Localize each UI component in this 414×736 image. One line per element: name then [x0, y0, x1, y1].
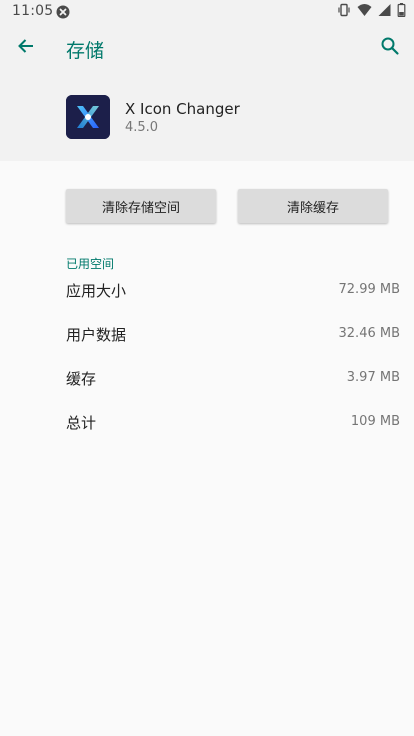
battery-icon: [397, 2, 406, 21]
usage-value: 109 MB: [350, 414, 400, 429]
usage-value: 3.97 MB: [346, 370, 400, 385]
search-button[interactable]: [376, 34, 404, 62]
usage-row-user-data: 用户数据 32.46 MB: [66, 324, 400, 348]
arrow-back-icon: [16, 36, 36, 60]
usage-value: 32.46 MB: [338, 326, 400, 341]
clear-cache-button[interactable]: 清除缓存: [238, 189, 388, 223]
app-name: X Icon Changer: [125, 100, 240, 118]
page-title: 存储: [66, 40, 105, 62]
usage-row-cache: 缓存 3.97 MB: [66, 368, 400, 392]
usage-label: 应用大小: [66, 282, 127, 300]
usage-label: 缓存: [66, 370, 97, 388]
usage-label: 用户数据: [66, 326, 127, 344]
usage-value: 72.99 MB: [338, 282, 400, 297]
app-icon: [66, 95, 110, 139]
usage-row-total: 总计 109 MB: [66, 412, 400, 436]
used-space-header: 已用空间: [66, 257, 115, 271]
signal-icon: [378, 2, 391, 21]
usage-row-app-size: 应用大小 72.99 MB: [66, 280, 400, 304]
vibrate-icon: [337, 2, 351, 21]
status-bar: 11:05: [0, 0, 414, 22]
back-button[interactable]: [12, 34, 40, 62]
wifi-icon: [357, 2, 372, 21]
usage-label: 总计: [66, 414, 97, 432]
status-time: 11:05: [12, 3, 54, 19]
close-circle-icon: [56, 4, 70, 19]
app-version: 4.5.0: [125, 120, 159, 135]
clear-storage-button[interactable]: 清除存储空间: [66, 189, 216, 223]
app-header: 存储 X Icon Changer 4.5.0: [0, 22, 414, 161]
search-icon: [380, 36, 400, 60]
